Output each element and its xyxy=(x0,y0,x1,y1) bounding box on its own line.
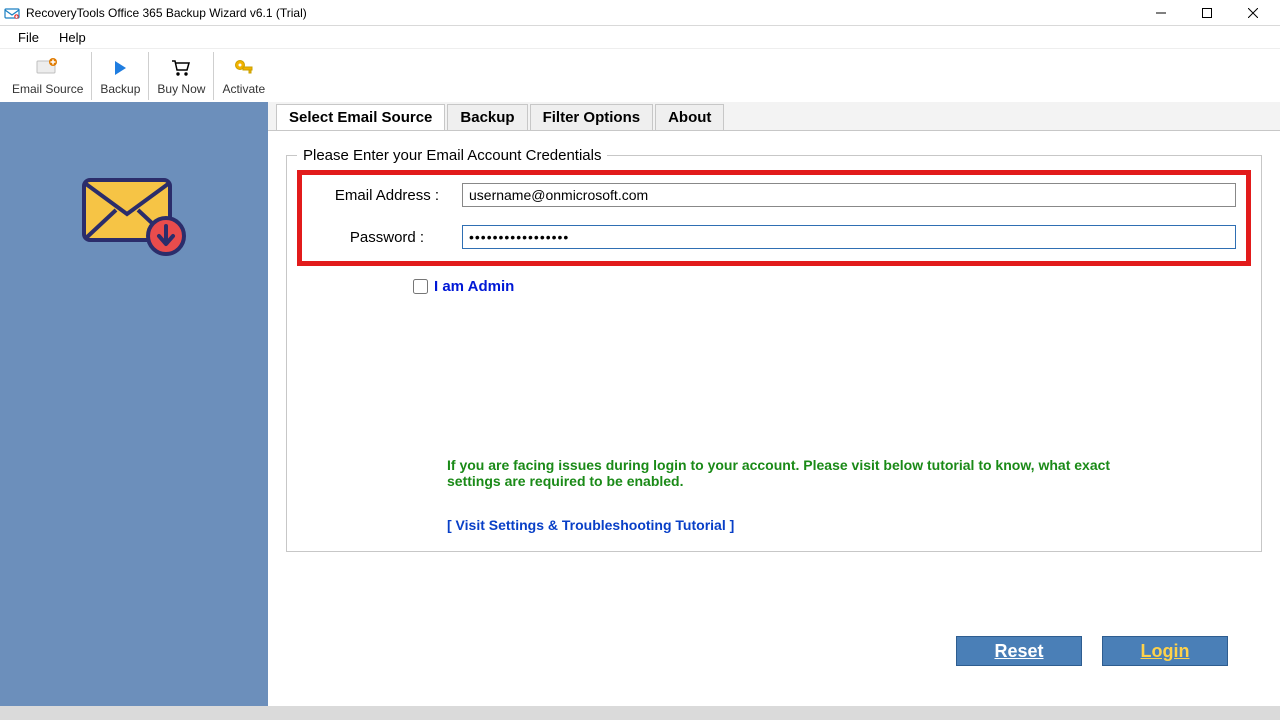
menu-file[interactable]: File xyxy=(8,28,49,47)
reset-button[interactable]: Reset xyxy=(956,636,1082,666)
toolbar-activate[interactable]: Activate xyxy=(214,52,273,100)
admin-label: I am Admin xyxy=(434,278,514,295)
menu-help[interactable]: Help xyxy=(49,28,96,47)
close-button[interactable] xyxy=(1230,0,1276,26)
email-input[interactable] xyxy=(462,183,1236,207)
toolbar-buy-now[interactable]: Buy Now xyxy=(149,52,214,100)
credentials-fieldset: Please Enter your Email Account Credenti… xyxy=(286,147,1262,552)
credentials-legend: Please Enter your Email Account Credenti… xyxy=(297,147,607,164)
toolbar-buy-now-label: Buy Now xyxy=(157,82,205,96)
toolbar: Email Source Backup Buy Now xyxy=(0,48,1280,102)
tab-backup[interactable]: Backup xyxy=(447,104,527,130)
password-input[interactable] xyxy=(462,225,1236,249)
credentials-highlight: Email Address : Password : xyxy=(297,170,1251,266)
menubar: File Help xyxy=(0,26,1280,48)
envelope-download-icon xyxy=(74,162,194,265)
tab-panel: Please Enter your Email Account Credenti… xyxy=(268,130,1280,706)
login-help-text: If you are facing issues during login to… xyxy=(447,457,1167,489)
statusbar xyxy=(0,706,1280,720)
password-row: Password : xyxy=(312,225,1236,249)
content-area: Select Email Source Backup Filter Option… xyxy=(268,102,1280,706)
sidebar xyxy=(0,102,268,706)
toolbar-email-source-label: Email Source xyxy=(12,82,83,96)
admin-checkbox[interactable] xyxy=(413,279,428,294)
main-area: Select Email Source Backup Filter Option… xyxy=(0,102,1280,706)
email-source-icon xyxy=(36,56,60,80)
admin-row: I am Admin xyxy=(409,276,1251,297)
tab-filter-options[interactable]: Filter Options xyxy=(530,104,654,130)
toolbar-email-source[interactable]: Email Source xyxy=(4,52,92,100)
window-title: RecoveryTools Office 365 Backup Wizard v… xyxy=(26,6,307,20)
email-row: Email Address : xyxy=(312,183,1236,207)
minimize-button[interactable] xyxy=(1138,0,1184,26)
tutorial-link[interactable]: [ Visit Settings & Troubleshooting Tutor… xyxy=(447,517,1251,533)
titlebar: RecoveryTools Office 365 Backup Wizard v… xyxy=(0,0,1280,26)
toolbar-activate-label: Activate xyxy=(222,82,265,96)
tabs: Select Email Source Backup Filter Option… xyxy=(268,102,1280,130)
cart-icon xyxy=(170,56,192,80)
maximize-button[interactable] xyxy=(1184,0,1230,26)
toolbar-backup[interactable]: Backup xyxy=(92,52,149,100)
email-label: Email Address : xyxy=(312,187,462,204)
toolbar-backup-label: Backup xyxy=(100,82,140,96)
tab-select-email-source[interactable]: Select Email Source xyxy=(276,104,445,131)
tab-about[interactable]: About xyxy=(655,104,724,130)
app-icon xyxy=(4,5,20,21)
play-icon xyxy=(111,56,129,80)
login-button[interactable]: Login xyxy=(1102,636,1228,666)
password-label: Password : xyxy=(312,229,462,246)
button-row: Reset Login xyxy=(956,636,1228,666)
key-icon xyxy=(233,56,255,80)
